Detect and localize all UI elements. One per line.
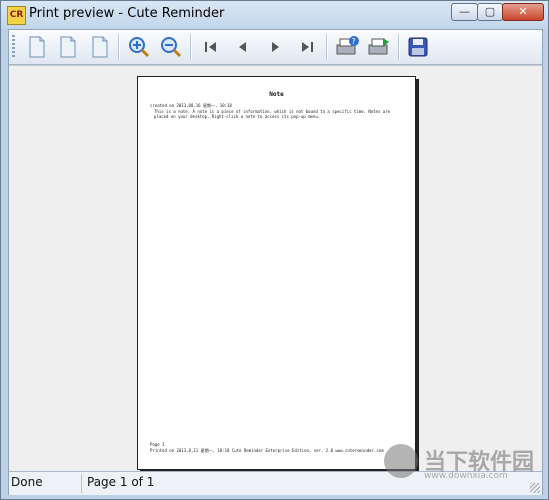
- preview-area[interactable]: Note created on 2013,08,16 星期一, 10:18 Th…: [9, 65, 542, 471]
- zoom-in-button[interactable]: [126, 34, 152, 60]
- resize-grip[interactable]: [530, 483, 540, 493]
- prev-page-icon: [239, 42, 246, 52]
- minimize-button[interactable]: —: [451, 3, 478, 21]
- first-page-icon: [205, 42, 216, 52]
- save-button[interactable]: [405, 34, 431, 60]
- page-icon: [92, 36, 108, 58]
- single-page-button[interactable]: [24, 34, 50, 60]
- zoom-in-icon: [129, 37, 150, 58]
- note-body-line: placed on your desktop. Right-click a no…: [154, 114, 321, 119]
- close-button[interactable]: ✕: [502, 3, 544, 21]
- page-counter: Page 1 of 1: [87, 475, 155, 489]
- note-title: Note: [269, 91, 284, 98]
- last-page-button[interactable]: [294, 34, 320, 60]
- print-setup-button[interactable]: [366, 34, 392, 60]
- page-icon: [60, 36, 76, 58]
- page-footer-printed: Printed on 2013,8,11 星期一, 18:18 Cute Rem…: [150, 448, 384, 453]
- zoom-out-button[interactable]: [158, 34, 184, 60]
- next-page-button[interactable]: [262, 34, 288, 60]
- watermark-logo-icon: [384, 444, 418, 478]
- toolbar-separator: [398, 34, 400, 60]
- maximize-button[interactable]: ▢: [477, 3, 503, 21]
- toolbar-grip[interactable]: [12, 35, 15, 59]
- two-pages-button[interactable]: [55, 34, 81, 60]
- status-divider: [81, 474, 82, 493]
- toolbar-separator: [326, 34, 328, 60]
- title-bar[interactable]: CR Print preview - Cute Reminder — ▢ ✕: [1, 1, 548, 29]
- next-page-icon: [272, 42, 279, 52]
- watermark-url: www.downxia.com: [424, 471, 508, 481]
- app-icon: CR: [7, 6, 26, 25]
- preview-page: Note created on 2013,08,16 星期一, 10:18 Th…: [137, 76, 416, 470]
- page-icon: [29, 36, 45, 58]
- first-page-button[interactable]: [198, 34, 224, 60]
- zoom-out-icon: [161, 37, 182, 58]
- watermark: 当下软件园 www.downxia.com: [384, 444, 544, 484]
- previous-page-button[interactable]: [230, 34, 256, 60]
- multiple-pages-button[interactable]: [87, 34, 113, 60]
- toolbar: ?: [9, 30, 542, 65]
- window-title: Print preview - Cute Reminder: [29, 6, 225, 21]
- print-preview-window: CR Print preview - Cute Reminder — ▢ ✕ ?…: [0, 0, 549, 500]
- printer-help-icon: ?: [336, 36, 359, 55]
- page-footer-number: Page 1: [150, 442, 165, 447]
- print-button[interactable]: ?: [334, 34, 360, 60]
- status-text: Done: [11, 475, 43, 489]
- toolbar-separator: [190, 34, 192, 60]
- save-icon: [408, 37, 428, 57]
- last-page-icon: [302, 42, 313, 52]
- client-area: ? Note created on 2013,08,16 星期一, 10:18 …: [8, 29, 543, 495]
- printer-setup-icon: [368, 38, 389, 55]
- svg-text:?: ?: [352, 37, 356, 46]
- toolbar-separator: [118, 34, 120, 60]
